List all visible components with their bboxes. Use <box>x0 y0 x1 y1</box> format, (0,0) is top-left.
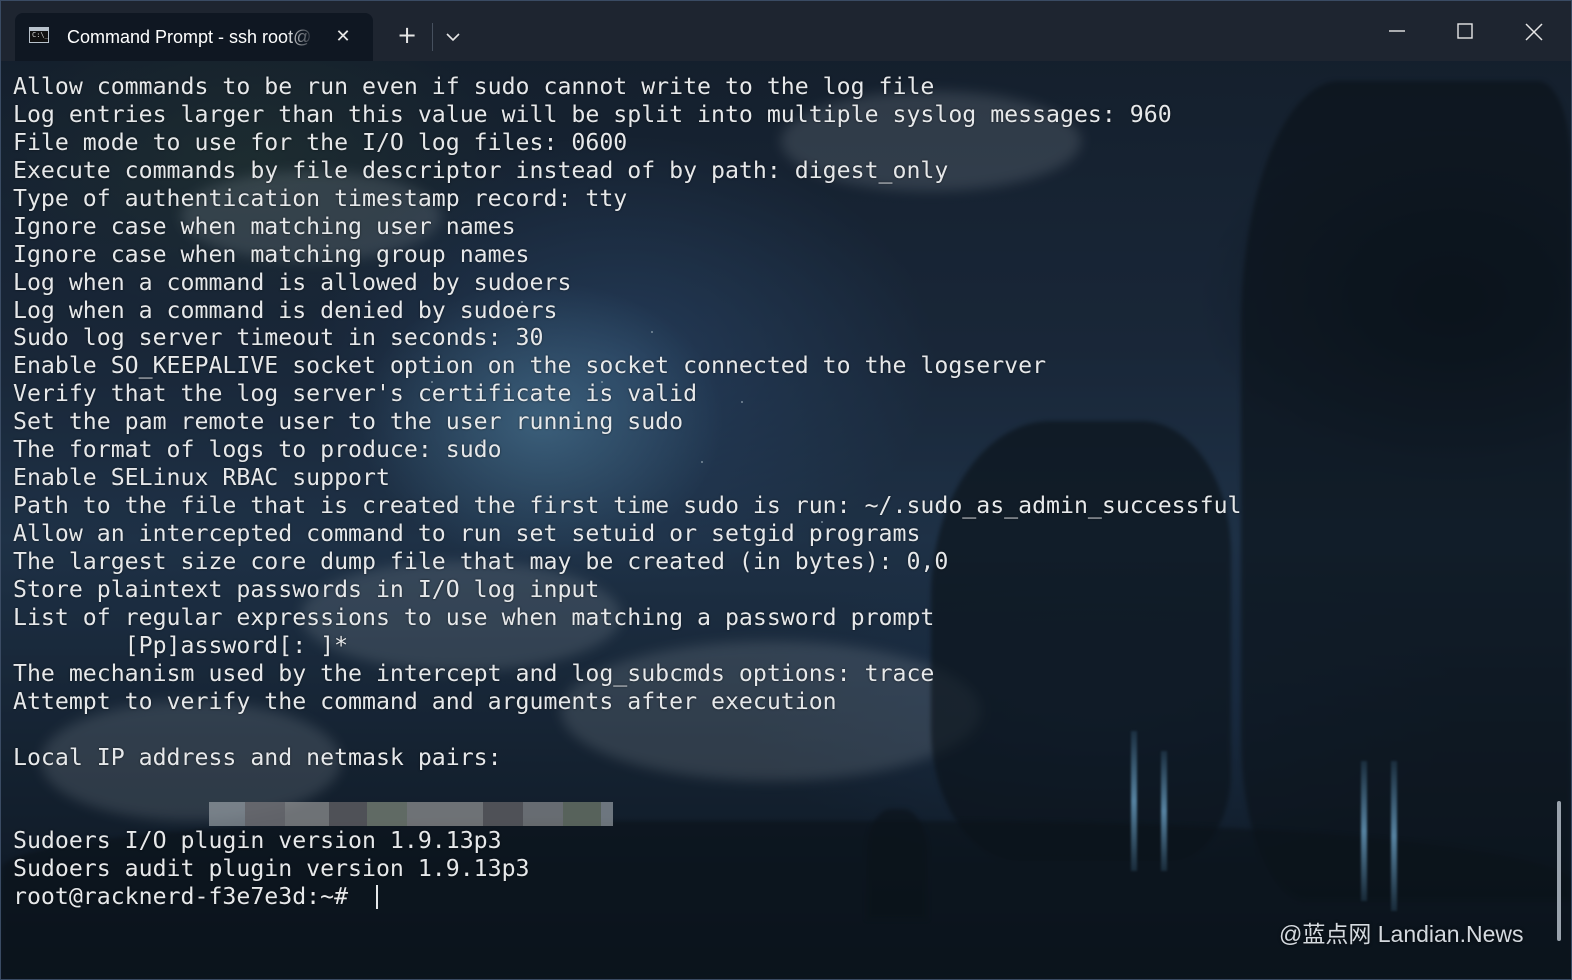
terminal-line: Allow an intercepted command to run set … <box>13 520 921 547</box>
title-bar: C:\_ Command Prompt - ssh root@ ✕ + <box>1 1 1571 61</box>
terminal-line: Enable SO_KEEPALIVE socket option on the… <box>13 352 1047 380</box>
terminal-line: Type of authentication timestamp record:… <box>13 184 628 212</box>
text-cursor <box>376 885 379 910</box>
terminal-line: Attempt to verify the command and argume… <box>13 687 837 715</box>
terminal-line: Sudo log server timeout in seconds: 30 <box>13 324 544 352</box>
terminal-line: Log when a command is allowed by sudoers <box>13 268 572 296</box>
terminal-output[interactable]: Allow commands to be run even if sudo ca… <box>13 73 1543 973</box>
terminal-line: The mechanism used by the intercept and … <box>13 659 935 687</box>
terminal-line: The largest size core dump file that may… <box>13 547 949 575</box>
new-tab-button[interactable]: + <box>391 19 423 51</box>
terminal-line: Ignore case when matching user names <box>13 212 516 240</box>
maximize-icon <box>1457 23 1473 39</box>
scrollbar-thumb[interactable] <box>1557 801 1561 941</box>
terminal-line: Local IP address and netmask pairs: <box>13 743 502 771</box>
close-window-button[interactable] <box>1499 1 1567 61</box>
tab-separator <box>432 23 433 51</box>
close-tab-icon[interactable]: ✕ <box>331 25 355 49</box>
terminal-line: Verify that the log server's certificate… <box>13 380 698 408</box>
close-icon <box>1525 23 1543 41</box>
watermark: @蓝点网 Landian.News <box>1279 921 1524 947</box>
minimize-button[interactable] <box>1363 1 1431 61</box>
redacted-ip-line <box>13 771 1543 826</box>
terminal-line: Execute commands by file descriptor inst… <box>13 156 949 184</box>
terminal-window: C:\_ Command Prompt - ssh root@ ✕ + Allo… <box>0 0 1572 980</box>
redacted-ip-address <box>208 801 613 826</box>
terminal-line: Path to the file that is created the fir… <box>13 492 1242 520</box>
terminal-line: Log when a command is denied by sudoers <box>13 296 558 324</box>
minimize-icon <box>1389 30 1405 32</box>
terminal-line: Set the pam remote user to the user runn… <box>13 408 684 436</box>
terminal-line: List of regular expressions to use when … <box>13 603 935 631</box>
terminal-line: Allow commands to be run even if sudo ca… <box>13 73 935 100</box>
terminal-line: Enable SELinux RBAC support <box>13 464 390 492</box>
maximize-button[interactable] <box>1431 1 1499 61</box>
terminal-line: Ignore case when matching group names <box>13 240 530 268</box>
chevron-down-icon[interactable] <box>439 21 467 51</box>
tab-command-prompt[interactable]: C:\_ Command Prompt - ssh root@ ✕ <box>15 13 373 61</box>
terminal-line: Store plaintext passwords in I/O log inp… <box>13 575 600 603</box>
tab-title: Command Prompt - ssh root@ <box>67 27 312 47</box>
terminal-line: Log entries larger than this value will … <box>13 100 1172 128</box>
terminal-line: [Pp]assword[: ]* <box>13 631 349 659</box>
terminal-line: The format of logs to produce: sudo <box>13 436 502 464</box>
command-prompt-icon: C:\_ <box>29 27 49 43</box>
terminal-line: File mode to use for the I/O log files: … <box>13 128 628 156</box>
